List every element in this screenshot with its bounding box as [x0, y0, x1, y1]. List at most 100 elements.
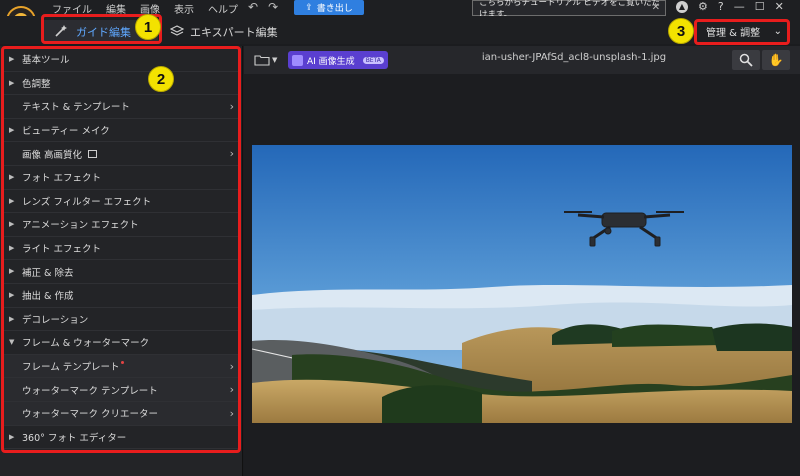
- new-dot-icon: [121, 360, 125, 364]
- folder-icon: [254, 55, 270, 66]
- sidebar-item[interactable]: ▶ レンズ フィルター エフェクト: [4, 190, 238, 214]
- collapsed-triangle-icon: ▶: [9, 290, 15, 299]
- export-icon: ⇪: [305, 2, 313, 13]
- magnifier-icon: [739, 53, 753, 67]
- sidebar-item[interactable]: ウォーターマーク クリエーター ›: [4, 401, 238, 426]
- workspace-toolbar: ▼ AI 画像生成 BETA ian-usher-JPAfSd_acl8-uns…: [244, 46, 800, 74]
- close-icon[interactable]: ✕: [652, 2, 660, 13]
- chevron-right-icon: ›: [229, 147, 234, 161]
- undo-icon[interactable]: ↶: [248, 0, 258, 14]
- sidebar-item[interactable]: ▶ アニメーション エフェクト: [4, 213, 238, 237]
- window-close-icon[interactable]: ✕: [775, 0, 784, 13]
- sidebar-list: ▶ 基本ツール ▶ 色調整 テキスト & テンプレート › ▶ ビューティー メイク 画像 高画…: [4, 48, 238, 450]
- menu-edit[interactable]: 編集: [106, 1, 126, 16]
- sidebar-item[interactable]: ▶ 360° フォト エディター: [4, 426, 238, 450]
- ai-image-generation-button[interactable]: AI 画像生成 BETA: [288, 51, 388, 69]
- drone-photo: [252, 145, 792, 423]
- sidebar-item[interactable]: ▶ 基本ツール: [4, 48, 238, 72]
- sidebar-item-label: レンズ フィルター エフェクト: [22, 196, 152, 208]
- gear-icon[interactable]: ⚙: [698, 0, 708, 13]
- collapsed-triangle-icon: ▶: [9, 78, 15, 87]
- ai-enhance-icon: [88, 149, 98, 158]
- sidebar-item[interactable]: ▶ デコレーション: [4, 308, 238, 332]
- sidebar-item[interactable]: ▶ 色調整: [4, 72, 238, 96]
- menu-file[interactable]: ファイル: [52, 1, 92, 16]
- menu-view[interactable]: 表示: [174, 1, 194, 16]
- redo-icon[interactable]: ↷: [268, 0, 278, 14]
- collapsed-triangle-icon: ▶: [9, 220, 15, 229]
- chevron-right-icon: ›: [229, 359, 234, 373]
- title-bar: ファイル 編集 画像 表示 ヘルプ ↶ ↷ ⇪ 書き出し こちらからチュートリア…: [0, 0, 800, 20]
- open-folder-button[interactable]: ▼: [254, 52, 282, 68]
- sidebar-item[interactable]: ▶ ライト エフェクト: [4, 237, 238, 261]
- sidebar-item-label: ライト エフェクト: [22, 244, 102, 256]
- sidebar-item[interactable]: ▶ フォト エフェクト: [4, 166, 238, 190]
- window-controls: ▲ ⚙ ? — ☐ ✕: [676, 0, 784, 13]
- chevron-down-icon: ▼: [272, 56, 278, 64]
- image-canvas[interactable]: [244, 74, 800, 476]
- sidebar-item-label: 360° フォト エディター: [22, 432, 127, 444]
- chevron-right-icon: ›: [229, 406, 234, 420]
- manage-adjust-dropdown[interactable]: 管理 & 調整 ⌄: [700, 21, 788, 41]
- chevron-down-icon: ⌄: [773, 25, 782, 37]
- tutorial-notice[interactable]: こちらからチュートリアル ビデオをご覧いただけます。 ✕: [472, 0, 666, 20]
- photo-preview: [252, 145, 792, 423]
- collapsed-triangle-icon: ▶: [9, 196, 15, 205]
- help-icon[interactable]: ?: [718, 0, 724, 13]
- undo-redo-group: ↶ ↷: [248, 0, 278, 14]
- tab-expert-edit[interactable]: エキスパート編集: [169, 20, 278, 44]
- sidebar-item[interactable]: フレーム テンプレート ›: [4, 354, 238, 379]
- sidebar-item-label: アニメーション エフェクト: [22, 220, 139, 232]
- menu-help[interactable]: ヘルプ: [208, 1, 238, 16]
- collapsed-triangle-icon: ▶: [9, 314, 15, 323]
- sidebar-item-label: テキスト & テンプレート: [22, 102, 130, 114]
- chevron-right-icon: ›: [229, 99, 234, 113]
- tab-expert-edit-label: エキスパート編集: [190, 26, 278, 39]
- sidebar-item[interactable]: ▶ 補正 & 除去: [4, 260, 238, 284]
- sidebar-item-label: ビューティー メイク: [22, 126, 110, 138]
- annotation-badge-3: 3: [668, 18, 694, 44]
- sidebar-item-label: 色調整: [22, 78, 51, 90]
- sidebar-item[interactable]: 画像 高画質化 ›: [4, 142, 238, 166]
- collapsed-triangle-icon: ▶: [9, 432, 15, 441]
- sidebar-item[interactable]: ▶ 抽出 & 作成: [4, 284, 238, 308]
- minimize-icon[interactable]: —: [734, 0, 745, 13]
- beta-badge: BETA: [362, 56, 384, 64]
- sidebar-item-label: フレーム & ウォーターマーク: [22, 338, 150, 350]
- sidebar-item-label: フレーム テンプレート: [22, 362, 120, 374]
- ai-image-label: AI 画像生成: [307, 56, 355, 67]
- export-label: 書き出し: [316, 4, 353, 14]
- collapsed-triangle-icon: ▶: [9, 125, 15, 134]
- sidebar-item-label: 補正 & 除去: [22, 267, 74, 279]
- annotation-badge-1: 1: [135, 14, 161, 40]
- sidebar-item-label: 基本ツール: [22, 55, 70, 67]
- chevron-right-icon: ›: [229, 383, 234, 397]
- sidebar-item-label: デコレーション: [22, 314, 89, 326]
- sidebar-item[interactable]: ウォーターマーク テンプレート ›: [4, 378, 238, 402]
- sidebar-item[interactable]: ▶ ビューティー メイク: [4, 119, 238, 143]
- maximize-icon[interactable]: ☐: [755, 0, 765, 13]
- notification-bell-icon[interactable]: ▲: [676, 0, 688, 13]
- manage-adjust-label: 管理 & 調整: [706, 27, 761, 39]
- tab-guide-edit-label: ガイド編集: [76, 26, 131, 39]
- sidebar-item-label: 抽出 & 作成: [22, 291, 74, 303]
- expanded-triangle-icon: ▼: [9, 338, 15, 347]
- collapsed-triangle-icon: ▶: [9, 267, 15, 276]
- sidebar-item[interactable]: テキスト & テンプレート ›: [4, 95, 238, 119]
- ai-image-icon: [292, 54, 303, 66]
- collapsed-triangle-icon: ▶: [9, 243, 15, 252]
- pan-button[interactable]: ✋: [762, 50, 790, 70]
- sidebar-item[interactable]: ▼ フレーム & ウォーターマーク: [4, 331, 238, 355]
- export-button[interactable]: ⇪ 書き出し: [294, 0, 364, 15]
- zoom-button[interactable]: [732, 50, 760, 70]
- sidebar-item-label: ウォーターマーク テンプレート: [22, 385, 158, 397]
- sidebar-item-label: ウォーターマーク クリエーター: [22, 409, 159, 421]
- magic-wand-icon: [54, 24, 68, 41]
- hand-icon: ✋: [768, 53, 784, 67]
- sidebar-item-label: 画像 高画質化: [22, 149, 83, 161]
- file-name: ian-usher-JPAfSd_acl8-unsplash-1.jpg: [481, 52, 667, 63]
- collapsed-triangle-icon: ▶: [9, 172, 15, 181]
- sidebar-item-label: フォト エフェクト: [22, 173, 102, 185]
- guide-sidebar: ▶ 基本ツール ▶ 色調整 テキスト & テンプレート › ▶ ビューティー メイク 画像 高画…: [0, 46, 243, 476]
- annotation-badge-2: 2: [148, 66, 174, 92]
